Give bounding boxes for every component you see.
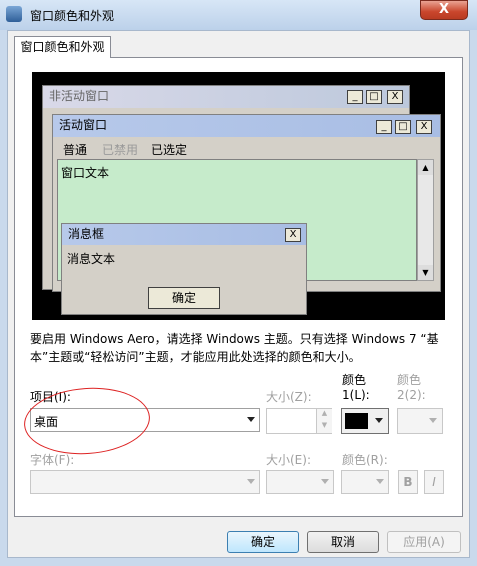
chevron-down-icon (376, 479, 384, 484)
maximize-icon: □ (395, 120, 411, 134)
window-text: 窗口文本 (61, 166, 110, 180)
scroll-up-icon: ▲ (418, 160, 433, 175)
menu-selected[interactable]: 已选定 (151, 141, 187, 158)
ok-button[interactable]: 确定 (227, 531, 299, 553)
close-button[interactable]: X (420, 0, 468, 20)
bold-button[interactable]: B (398, 470, 418, 494)
maximize-icon: □ (366, 90, 382, 104)
chevron-down-icon (429, 418, 437, 423)
minimize-icon: _ (347, 90, 363, 104)
menu-disabled[interactable]: 已禁用 (102, 141, 138, 158)
chevron-down-icon (247, 479, 255, 484)
close-icon: X (416, 120, 432, 134)
preview-scrollbar[interactable] (417, 159, 434, 281)
font-size-select[interactable] (266, 470, 334, 494)
spin-up-icon[interactable]: ▲ (316, 409, 332, 421)
cancel-button[interactable]: 取消 (307, 531, 379, 553)
color2-label-line1: 颜色 (397, 373, 422, 387)
font-color-picker[interactable] (341, 470, 389, 494)
font-size-label: 大小(E): (266, 453, 311, 467)
color1-label-line1: 颜色 (342, 373, 367, 387)
menu-normal[interactable]: 普通 (63, 141, 87, 158)
apply-button[interactable]: 应用(A) (387, 531, 461, 553)
message-box-titlebar[interactable]: 消息框 (62, 224, 306, 245)
preview-ok-button[interactable]: 确定 (148, 287, 220, 309)
message-box-title: 消息框 (68, 227, 105, 241)
display-settings-icon (6, 6, 22, 22)
window-title: 窗口颜色和外观 (30, 9, 115, 23)
font-select[interactable] (30, 470, 260, 494)
minimize-icon: _ (376, 120, 392, 134)
color2-picker[interactable] (397, 408, 443, 434)
font-label: 字体(F): (30, 453, 75, 467)
size-label: 大小(Z): (266, 390, 312, 404)
message-text: 消息文本 (67, 252, 116, 266)
spin-down-icon[interactable]: ▼ (316, 421, 332, 433)
close-icon: X (387, 90, 403, 104)
close-icon: X (285, 228, 301, 242)
chevron-down-icon (321, 479, 329, 484)
aero-description: 要启用 Windows Aero，请选择 Windows 主题。只有选择 Win… (30, 332, 439, 364)
color1-swatch (345, 413, 368, 429)
color1-label-line2: 1(L): (342, 388, 370, 402)
italic-button[interactable]: I (424, 470, 444, 494)
scroll-down-icon: ▼ (418, 265, 433, 280)
tab-window-color-appearance[interactable]: 窗口颜色和外观 (14, 36, 111, 58)
chevron-down-icon (375, 418, 383, 423)
chevron-down-icon (247, 417, 255, 422)
color2-label-line2: 2(2): (397, 388, 426, 402)
font-color-label: 颜色(R): (342, 453, 388, 467)
